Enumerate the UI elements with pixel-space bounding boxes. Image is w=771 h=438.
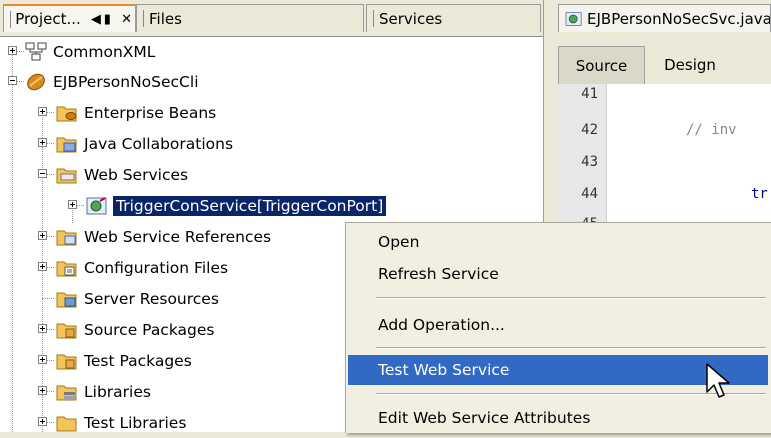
menu-item-label: Edit Web Service Attributes [378,409,591,427]
library-folder-icon [56,416,77,432]
tree-item-label: TriggerConService[TriggerConPort] [113,196,387,216]
menu-separator [376,297,766,299]
tree-item-label: Java Collaborations [84,135,234,153]
bean-folder-icon [56,106,77,122]
expand-icon[interactable] [38,107,47,116]
tree-item-label: Test Libraries [84,414,187,432]
ws-references-folder-icon [56,230,77,246]
menu-item-open[interactable]: Open [348,227,768,257]
expand-icon[interactable] [38,138,47,147]
collapse-icon[interactable] [38,169,47,178]
tab-files-label: Files [149,9,182,28]
tree-item-label: Web Services [84,166,189,184]
line-number: 43 [581,154,598,170]
editor-file-name: EJBPersonNoSecSvc.java [587,9,771,28]
collaboration-folder-icon [56,137,77,153]
tree-item-label: Libraries [84,383,151,401]
expand-icon[interactable] [38,324,47,333]
webservice-icon [86,197,107,215]
tree-item-commonxml[interactable]: CommonXML [0,37,543,67]
menu-item-refresh-service[interactable]: Refresh Service [348,259,768,289]
tab-source[interactable]: Source [558,46,645,84]
tab-projects[interactable]: Project... ◀▮ ✕ [3,4,136,32]
editor-view-tabs: Source Design [558,46,771,85]
code-line: // inv [686,122,737,138]
library-folder-icon [56,385,77,401]
tree-item-label: Configuration Files [84,259,229,277]
tree-item-ejb-project[interactable]: EJBPersonNoSecCli [0,67,543,97]
tree-item-web-services[interactable]: Web Services [0,160,543,190]
line-number: 44 [581,186,598,202]
menu-item-add-operation[interactable]: Add Operation... [348,310,768,340]
tab-design[interactable]: Design [645,46,735,84]
package-folder-icon [56,354,77,370]
editor-file-tab[interactable]: EJBPersonNoSecSvc.java [558,4,771,32]
line-number: 41 [581,86,598,102]
collapse-icon[interactable] [8,76,17,85]
package-folder-icon [56,323,77,339]
tab-files[interactable]: Files [136,4,364,32]
menu-item-edit-web-service-attributes[interactable]: Edit Web Service Attributes [348,403,768,433]
expand-icon[interactable] [38,355,47,364]
tree-item-label: EJBPersonNoSecCli [53,73,199,91]
tree-item-label: CommonXML [53,43,156,61]
expand-icon[interactable] [38,386,47,395]
webservice-icon [565,11,582,26]
xml-module-icon [25,42,47,61]
expand-icon[interactable] [68,200,77,209]
tree-item-label: Server Resources [84,290,219,308]
tree-item-enterprise-beans[interactable]: Enterprise Beans [0,98,543,128]
tree-item-label: Web Service References [84,228,272,246]
tree-item-label: Enterprise Beans [84,104,217,122]
menu-item-label: Add Operation... [378,316,505,334]
tab-source-label: Source [575,56,628,75]
server-resources-folder-icon [56,292,77,308]
tab-services-label: Services [379,9,443,28]
tab-controls[interactable]: ◀▮ ✕ [91,12,135,27]
tab-design-label: Design [664,56,716,74]
tab-services[interactable]: Services [366,4,541,32]
config-folder-icon [56,261,77,277]
tree-item-java-collaborations[interactable]: Java Collaborations [0,129,543,159]
expand-icon[interactable] [38,417,47,426]
expand-icon[interactable] [38,262,47,271]
code-line: tr [751,186,768,202]
menu-separator [376,347,766,349]
menu-item-label: Test Web Service [378,361,510,379]
line-number: 42 [581,122,598,138]
tree-item-label: Source Packages [84,321,215,339]
tree-item-trigger-con-service[interactable]: TriggerConService[TriggerConPort] [0,191,543,221]
menu-item-label: Open [378,233,420,251]
expand-icon[interactable] [8,46,17,55]
tree-item-label: Test Packages [84,352,192,370]
ejb-module-icon [27,73,45,91]
mouse-pointer-icon [706,363,730,398]
menu-item-label: Refresh Service [378,265,499,283]
panel-tab-bar: Project... ◀▮ ✕ Files Services [0,0,543,37]
tab-projects-label: Project... [15,10,81,28]
expand-icon[interactable] [38,231,47,240]
webservice-folder-icon [56,168,77,184]
